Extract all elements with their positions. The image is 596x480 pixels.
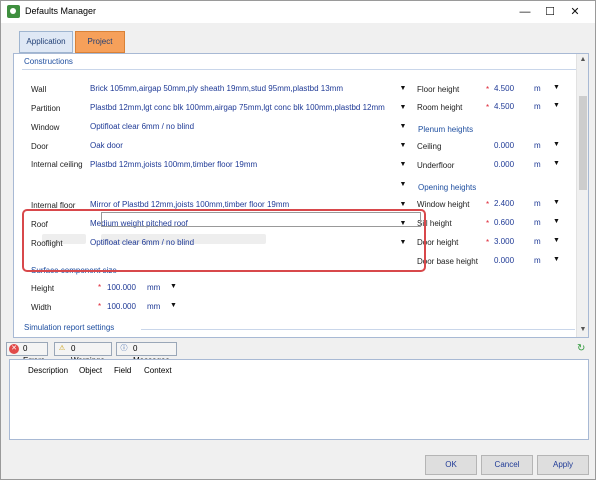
underfloor-value[interactable]: 0.000 xyxy=(494,160,529,169)
required-star: * xyxy=(486,200,490,209)
door-base-height-label: Door base height xyxy=(417,257,478,266)
opening-heights-heading: Opening heights xyxy=(418,183,477,192)
required-star: * xyxy=(486,103,490,112)
plenum-heights-heading: Plenum heights xyxy=(418,125,474,134)
door-dropdown[interactable]: Oak door xyxy=(89,139,408,153)
chevron-down-icon[interactable]: ▼ xyxy=(170,302,178,309)
section-divider xyxy=(22,69,577,70)
vertical-scrollbar[interactable]: ▲ ▼ xyxy=(576,54,588,337)
chevron-down-icon[interactable]: ▼ xyxy=(399,120,407,134)
internal-ceiling-label: Internal ceiling xyxy=(31,160,83,169)
messages-filter[interactable]: ⓘ 0 Messages xyxy=(116,342,177,365)
room-height-value[interactable]: 4.500 xyxy=(494,102,529,111)
field-column-header[interactable]: Field xyxy=(114,366,131,375)
context-column-header[interactable]: Context xyxy=(144,366,172,375)
highlight-box xyxy=(22,209,426,272)
chevron-down-icon[interactable]: ▼ xyxy=(553,141,561,148)
description-column-header[interactable]: Description xyxy=(28,366,68,375)
surface-height-unit[interactable]: mm xyxy=(147,283,165,292)
surface-width-value[interactable]: 100.000 xyxy=(107,302,141,311)
warning-icon: ⚠ xyxy=(58,345,66,352)
error-icon: ✕ xyxy=(9,344,19,354)
door-base-height-unit[interactable]: m xyxy=(534,256,554,265)
underfloor-label: Underfloor xyxy=(417,161,455,170)
window-title: Defaults Manager xyxy=(25,6,97,16)
app-icon xyxy=(7,5,20,18)
section-divider xyxy=(141,329,575,330)
surface-width-label: Width xyxy=(31,303,52,312)
chevron-down-icon[interactable]: ▼ xyxy=(553,160,561,167)
door-height-value[interactable]: 3.000 xyxy=(494,237,529,246)
tab-application[interactable]: Application xyxy=(19,31,73,53)
tab-project[interactable]: Project xyxy=(75,31,125,53)
sill-height-value[interactable]: 0.600 xyxy=(494,218,529,227)
chevron-down-icon[interactable]: ▼ xyxy=(399,139,407,153)
partition-dropdown[interactable]: Plastbd 12mm,lgt conc blk 100mm,airgap 7… xyxy=(89,101,408,115)
chevron-down-icon[interactable]: ▼ xyxy=(553,237,561,244)
required-star: * xyxy=(486,219,490,228)
window-height-unit[interactable]: m xyxy=(534,199,554,208)
door-label: Door xyxy=(31,142,49,151)
chevron-down-icon[interactable]: ▼ xyxy=(553,102,561,109)
required-star: * xyxy=(486,85,490,94)
surface-height-label: Height xyxy=(31,284,55,293)
scroll-down-icon[interactable]: ▼ xyxy=(579,326,587,334)
chevron-down-icon[interactable]: ▼ xyxy=(553,256,561,263)
errors-filter[interactable]: ✕ 0 Errors xyxy=(6,342,48,365)
chevron-down-icon[interactable]: ▼ xyxy=(553,218,561,225)
chevron-down-icon[interactable]: ▼ xyxy=(399,101,407,115)
ceiling-value[interactable]: 0.000 xyxy=(494,141,529,150)
scroll-up-icon[interactable]: ▲ xyxy=(579,56,587,64)
info-icon: ⓘ xyxy=(120,345,128,352)
window-height-value[interactable]: 2.400 xyxy=(494,199,529,208)
room-height-unit[interactable]: m xyxy=(534,102,554,111)
constructions-section-title: Constructions xyxy=(24,57,73,66)
chevron-down-icon[interactable]: ▼ xyxy=(399,82,407,96)
room-height-label: Room height xyxy=(417,103,463,112)
chevron-down-icon[interactable]: ▼ xyxy=(170,283,178,290)
door-base-height-value[interactable]: 0.000 xyxy=(494,256,529,265)
simulation-report-settings-heading: Simulation report settings xyxy=(24,323,115,332)
required-star: * xyxy=(98,302,102,311)
minimize-button[interactable]: — xyxy=(513,4,537,20)
defaults-manager-window: Defaults Manager — ☐ ✕ Application Proje… xyxy=(0,0,596,480)
maximize-button[interactable]: ☐ xyxy=(538,4,562,20)
scroll-thumb[interactable] xyxy=(579,96,587,190)
project-panel: Constructions Wall Brick 105mm,airgap 50… xyxy=(13,53,589,338)
close-button[interactable]: ✕ xyxy=(563,4,587,20)
chevron-down-icon[interactable]: ▼ xyxy=(553,199,561,206)
surface-width-unit[interactable]: mm xyxy=(147,302,165,311)
title-bar: Defaults Manager — ☐ ✕ xyxy=(1,1,595,23)
apply-button[interactable]: Apply xyxy=(537,455,589,475)
required-star: * xyxy=(486,238,490,247)
cancel-button[interactable]: Cancel xyxy=(481,455,533,475)
warnings-filter[interactable]: ⚠ 0 Warnings xyxy=(54,342,112,365)
ceiling-label: Ceiling xyxy=(417,142,442,151)
ok-button[interactable]: OK xyxy=(425,455,477,475)
wall-label: Wall xyxy=(31,85,47,94)
message-toolbar: ✕ 0 Errors ⚠ 0 Warnings ⓘ 0 Messages ↻ xyxy=(1,341,595,365)
partition-label: Partition xyxy=(31,104,61,113)
sill-height-unit[interactable]: m xyxy=(534,218,554,227)
refresh-icon[interactable]: ↻ xyxy=(577,343,585,354)
chevron-down-icon[interactable]: ▼ xyxy=(399,178,407,192)
surface-height-value[interactable]: 100.000 xyxy=(107,283,141,292)
ceiling-unit[interactable]: m xyxy=(534,141,554,150)
underfloor-unit[interactable]: m xyxy=(534,160,554,169)
floor-height-value[interactable]: 4.500 xyxy=(494,84,529,93)
messages-grid: Description Object Field Context xyxy=(9,359,589,440)
window-dropdown[interactable]: Optifloat clear 6mm / no blind xyxy=(89,120,408,134)
chevron-down-icon[interactable]: ▼ xyxy=(553,84,561,91)
object-column-header[interactable]: Object xyxy=(79,366,102,375)
door-height-unit[interactable]: m xyxy=(534,237,554,246)
floor-height-label: Floor height xyxy=(417,85,460,94)
wall-dropdown[interactable]: Brick 105mm,airgap 50mm,ply sheath 19mm,… xyxy=(89,82,408,96)
required-star: * xyxy=(98,283,102,292)
chevron-down-icon[interactable]: ▼ xyxy=(399,158,407,172)
floor-height-unit[interactable]: m xyxy=(534,84,554,93)
window-height-label: Window height xyxy=(417,200,470,209)
window-label: Window xyxy=(31,123,60,132)
internal-ceiling-dropdown[interactable]: Plastbd 12mm,joists 100mm,timber floor 1… xyxy=(89,158,408,172)
